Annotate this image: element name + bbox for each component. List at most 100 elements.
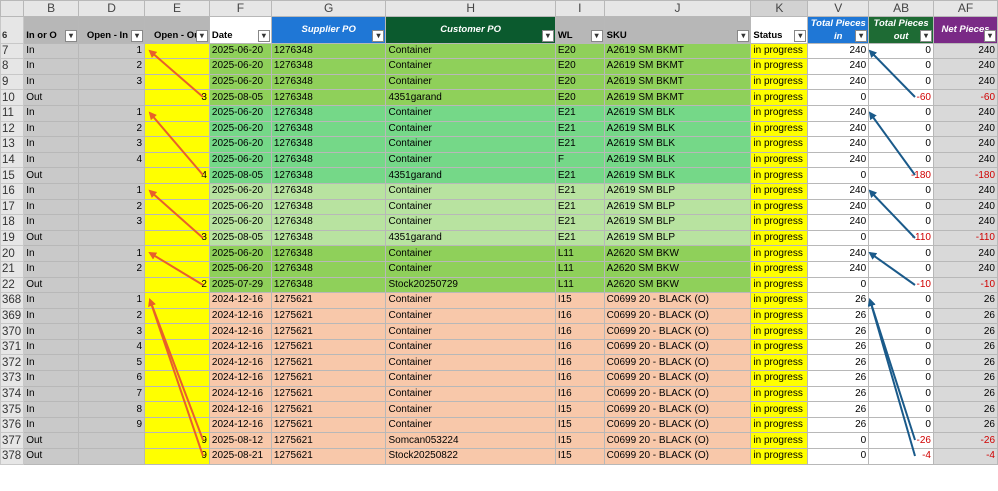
cell-wl[interactable]: E20 [554, 89, 605, 106]
cell-customer-po[interactable]: Container [385, 214, 556, 231]
cell-sku[interactable]: C0699 20 - BLACK (O) [603, 292, 752, 309]
cell-customer-po[interactable]: Container [385, 260, 556, 278]
cell-in-or-out[interactable]: In [23, 104, 80, 122]
cell-date[interactable]: 2024-12-16 [208, 416, 272, 434]
cell-in-or-out[interactable]: In [23, 42, 80, 60]
cell-in-or-out[interactable]: In [23, 292, 80, 309]
cell-in-or-out[interactable]: Out [23, 229, 80, 247]
cell-wl[interactable]: L11 [554, 276, 605, 294]
cell-supplier-po[interactable]: 1275621 [270, 354, 387, 372]
cell-total-pieces-out[interactable]: 0 [868, 198, 934, 216]
cell-date[interactable]: 2025-08-21 [208, 448, 272, 465]
cell-open-in[interactable]: 2 [78, 58, 145, 75]
cell-supplier-po[interactable]: 1275621 [270, 338, 387, 356]
cell-status[interactable]: in progress [750, 401, 809, 418]
cell-status[interactable]: in progress [750, 73, 809, 91]
cell-open-in[interactable]: 8 [78, 401, 145, 418]
row-number[interactable]: 370 [0, 323, 25, 340]
cell-total-pieces-out[interactable]: 0 [868, 292, 934, 309]
cell-open-out[interactable] [144, 323, 210, 340]
cell-date[interactable]: 2024-12-16 [208, 323, 272, 340]
cell-total-pieces-out[interactable]: 0 [868, 323, 934, 340]
cell-supplier-po[interactable]: 1276348 [270, 120, 387, 138]
cell-net-pieces[interactable]: 240 [932, 198, 998, 216]
cell-total-pieces-out[interactable]: -26 [868, 432, 934, 450]
cell-total-pieces-in[interactable]: 26 [807, 338, 870, 356]
cell-open-out[interactable] [144, 338, 210, 356]
cell-open-out[interactable]: 4 [144, 167, 210, 184]
cell-net-pieces[interactable]: -110 [932, 229, 998, 247]
column-header-f[interactable]: F [208, 0, 272, 17]
cell-total-pieces-in[interactable]: 240 [807, 260, 870, 278]
cell-net-pieces[interactable]: -180 [932, 167, 998, 184]
cell-date[interactable]: 2025-08-05 [208, 89, 272, 106]
cell-open-in[interactable] [78, 229, 145, 247]
cell-in-or-out[interactable]: Out [23, 432, 80, 450]
row-number[interactable]: 378 [0, 448, 25, 465]
cell-net-pieces[interactable]: 240 [932, 42, 998, 60]
filter-dropdown-icon[interactable]: ▾ [372, 29, 385, 42]
cell-wl[interactable]: I16 [554, 307, 605, 325]
cell-open-in[interactable] [78, 89, 145, 106]
cell-open-out[interactable] [144, 73, 210, 91]
cell-supplier-po[interactable]: 1275621 [270, 323, 387, 340]
cell-net-pieces[interactable]: 240 [932, 260, 998, 278]
row-number[interactable]: 369 [0, 307, 25, 325]
row-number[interactable]: 18 [0, 214, 25, 231]
cell-open-out[interactable] [144, 385, 210, 403]
cell-sku[interactable]: A2619 SM BLK [603, 167, 752, 184]
column-header-k[interactable]: K [750, 0, 809, 17]
cell-wl[interactable]: E20 [554, 73, 605, 91]
cell-status[interactable]: in progress [750, 448, 809, 465]
cell-customer-po[interactable]: 4351garand [385, 167, 556, 184]
row-number[interactable]: 377 [0, 432, 25, 450]
cell-sku[interactable]: A2619 SM BKMT [603, 89, 752, 106]
column-header-b[interactable]: B [23, 0, 80, 17]
cell-net-pieces[interactable]: 26 [932, 292, 998, 309]
cell-supplier-po[interactable]: 1275621 [270, 385, 387, 403]
cell-status[interactable]: in progress [750, 276, 809, 294]
cell-open-out[interactable] [144, 42, 210, 60]
cell-status[interactable]: in progress [750, 104, 809, 122]
cell-open-out[interactable] [144, 260, 210, 278]
cell-in-or-out[interactable]: In [23, 323, 80, 340]
cell-in-or-out[interactable]: In [23, 401, 80, 418]
cell-sku[interactable]: C0699 20 - BLACK (O) [603, 338, 752, 356]
cell-sku[interactable]: A2619 SM BKMT [603, 73, 752, 91]
cell-total-pieces-out[interactable]: 0 [868, 354, 934, 372]
select-all-corner[interactable] [0, 0, 25, 17]
cell-total-pieces-out[interactable]: 0 [868, 370, 934, 387]
cell-in-or-out[interactable]: In [23, 307, 80, 325]
cell-status[interactable]: in progress [750, 167, 809, 184]
cell-total-pieces-in[interactable]: 240 [807, 198, 870, 216]
cell-in-or-out[interactable]: Out [23, 89, 80, 106]
cell-customer-po[interactable]: Container [385, 245, 556, 262]
cell-wl[interactable]: I15 [554, 416, 605, 434]
cell-open-in[interactable]: 2 [78, 120, 145, 138]
cell-total-pieces-out[interactable]: 0 [868, 120, 934, 138]
row-number[interactable]: 371 [0, 338, 25, 356]
cell-sku[interactable]: A2620 SM BKW [603, 260, 752, 278]
cell-total-pieces-in[interactable]: 26 [807, 354, 870, 372]
cell-sku[interactable]: C0699 20 - BLACK (O) [603, 370, 752, 387]
cell-wl[interactable]: I15 [554, 401, 605, 418]
cell-sku[interactable]: A2619 SM BLK [603, 136, 752, 153]
cell-in-or-out[interactable]: In [23, 370, 80, 387]
cell-wl[interactable]: E21 [554, 229, 605, 247]
cell-total-pieces-out[interactable]: 0 [868, 307, 934, 325]
cell-open-in[interactable]: 2 [78, 307, 145, 325]
cell-wl[interactable]: I16 [554, 338, 605, 356]
cell-supplier-po[interactable]: 1275621 [270, 370, 387, 387]
cell-sku[interactable]: C0699 20 - BLACK (O) [603, 323, 752, 340]
filter-dropdown-icon[interactable]: ▾ [794, 29, 807, 42]
cell-net-pieces[interactable]: 240 [932, 151, 998, 169]
cell-open-out[interactable] [144, 370, 210, 387]
cell-total-pieces-in[interactable]: 26 [807, 323, 870, 340]
cell-wl[interactable]: L11 [554, 260, 605, 278]
cell-open-in[interactable] [78, 276, 145, 294]
cell-total-pieces-in[interactable]: 0 [807, 448, 870, 465]
row-number[interactable]: 374 [0, 385, 25, 403]
cell-supplier-po[interactable]: 1275621 [270, 292, 387, 309]
cell-open-in[interactable]: 3 [78, 214, 145, 231]
cell-date[interactable]: 2024-12-16 [208, 354, 272, 372]
